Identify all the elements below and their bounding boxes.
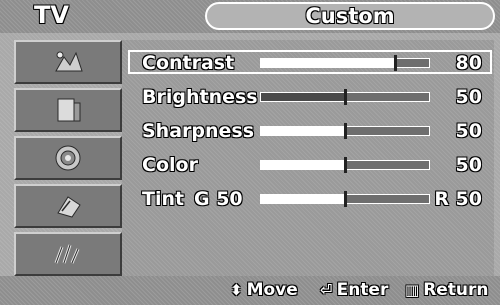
- tint-green-value: G 50: [194, 188, 243, 210]
- settings-panel: Contrast 80 Brightness 50 Sharpness 50 C…: [122, 40, 494, 276]
- move-label: Move: [246, 280, 298, 300]
- row-label: Brightness: [142, 86, 258, 108]
- slider-fill: [261, 161, 345, 169]
- sidebar-item-sound[interactable]: [14, 88, 122, 132]
- row-value: 80: [455, 52, 482, 74]
- menu-row-tint[interactable]: Tint G 50 R 50: [130, 188, 490, 212]
- enter-label: Enter: [336, 280, 389, 300]
- menu-title-pill: Custom: [205, 2, 495, 30]
- row-value: 50: [455, 154, 482, 176]
- slider-thumb[interactable]: [344, 89, 347, 105]
- sidebar-item-input[interactable]: [14, 232, 122, 276]
- move-icon: ⬍: [230, 281, 243, 299]
- row-value: 50: [455, 120, 482, 142]
- menu-row-sharpness[interactable]: Sharpness 50: [130, 120, 490, 144]
- contrast-slider[interactable]: [260, 55, 430, 71]
- slider-fill: [261, 93, 345, 101]
- sidebar-item-setup[interactable]: [14, 184, 122, 228]
- row-label: Contrast: [142, 52, 235, 74]
- hint-bar: ⬍ Move ⏎ Enter ▥ Return: [0, 276, 500, 305]
- color-slider[interactable]: [260, 157, 430, 173]
- row-label: Tint: [142, 188, 185, 210]
- slider-fill: [261, 195, 345, 203]
- menu-title: Custom: [305, 4, 395, 28]
- menu-row-color[interactable]: Color 50: [130, 154, 490, 178]
- return-icon: ▥: [405, 281, 420, 299]
- brightness-slider[interactable]: [260, 89, 430, 105]
- input-icon: [54, 244, 80, 264]
- slider-fill: [261, 127, 345, 135]
- menu-row-contrast[interactable]: Contrast 80: [128, 50, 492, 74]
- slider-fill: [261, 59, 396, 67]
- slider-thumb[interactable]: [344, 123, 347, 139]
- sidebar-item-channel[interactable]: [14, 136, 122, 180]
- sharpness-slider[interactable]: [260, 123, 430, 139]
- move-hint: ⬍ Move: [230, 278, 298, 302]
- sidebar-item-picture[interactable]: [14, 40, 122, 84]
- slider-thumb[interactable]: [344, 191, 347, 207]
- return-hint: ▥ Return: [405, 278, 489, 302]
- source-label: TV: [34, 1, 69, 29]
- row-label: Sharpness: [142, 120, 255, 142]
- sound-icon: [57, 98, 81, 122]
- tint-red-value: R 50: [434, 188, 482, 210]
- enter-hint: ⏎ Enter: [320, 278, 388, 302]
- tint-slider[interactable]: [260, 191, 430, 207]
- row-label: Color: [142, 154, 198, 176]
- row-value: 50: [455, 86, 482, 108]
- setup-icon: [57, 196, 81, 218]
- enter-icon: ⏎: [320, 281, 333, 299]
- return-label: Return: [423, 280, 489, 300]
- channel-icon: [55, 145, 81, 171]
- header-bar: TV Custom: [0, 0, 500, 33]
- slider-thumb[interactable]: [344, 157, 347, 173]
- category-sidebar: [14, 40, 122, 276]
- tv-osd-screen: TV Custom Contrast 80 Brightness 50 Shar…: [0, 0, 500, 305]
- slider-thumb[interactable]: [394, 55, 398, 71]
- picture-icon: [55, 51, 83, 72]
- menu-row-brightness[interactable]: Brightness 50: [130, 86, 490, 110]
